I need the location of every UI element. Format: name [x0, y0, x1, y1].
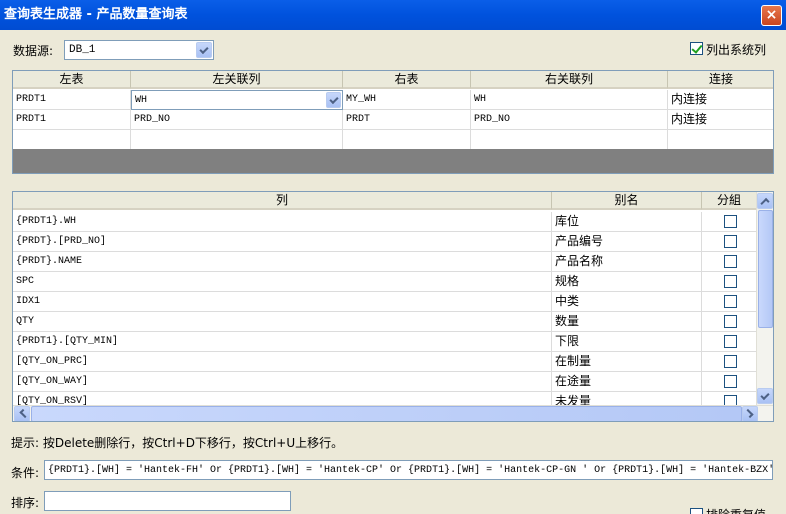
column-expr-cell[interactable]: {PRDT1}.[QTY_MIN]: [13, 332, 552, 352]
column-group-cell: [702, 372, 757, 392]
group-checkbox[interactable]: [724, 355, 737, 368]
column-group-cell: [702, 332, 757, 352]
column-group-cell: [702, 352, 757, 372]
column-group-cell: [702, 312, 757, 332]
join-cell: WH: [135, 95, 148, 106]
vertical-scroll-thumb[interactable]: [758, 210, 773, 328]
column-expr-cell[interactable]: {PRDT}.NAME: [13, 252, 552, 272]
column-expr-cell[interactable]: [QTY_ON_WAY]: [13, 372, 552, 392]
chevron-left-icon: [19, 408, 29, 419]
join-header-left-col[interactable]: 左关联列: [131, 71, 343, 89]
column-alias-cell[interactable]: 产品名称: [552, 252, 702, 272]
col-header-column[interactable]: 列: [13, 192, 552, 210]
group-checkbox[interactable]: [724, 315, 737, 328]
chevron-up-icon: [760, 197, 770, 208]
column-alias-cell[interactable]: 产品编号: [552, 232, 702, 252]
column-expr-cell[interactable]: SPC: [13, 272, 552, 292]
col-header-group[interactable]: 分組: [702, 192, 757, 210]
group-checkbox[interactable]: [724, 215, 737, 228]
column-alias-cell[interactable]: 库位: [552, 212, 702, 232]
column-alias-cell[interactable]: 下限: [552, 332, 702, 352]
join-header-left-table[interactable]: 左表: [13, 71, 131, 89]
join-cell-empty[interactable]: [668, 130, 773, 150]
datasource-dropdown-button[interactable]: [196, 42, 212, 58]
column-group-cell: [702, 252, 757, 272]
column-group-cell: [702, 272, 757, 292]
exclude-duplicates-checkbox[interactable]: [690, 508, 703, 514]
group-checkbox[interactable]: [724, 295, 737, 308]
window-title: 查询表生成器 - 产品数量查询表: [4, 7, 188, 22]
chevron-down-icon: [329, 94, 339, 105]
column-alias-cell[interactable]: 在制量: [552, 352, 702, 372]
group-checkbox[interactable]: [724, 255, 737, 268]
group-checkbox[interactable]: [724, 375, 737, 388]
join-cell[interactable]: PRD_NO: [131, 110, 343, 130]
scroll-up-button[interactable]: [757, 193, 773, 209]
join-cell[interactable]: 内连接: [668, 110, 773, 130]
condition-input[interactable]: {PRDT1}.[WH] = 'Hantek-FH' Or {PRDT1}.[W…: [44, 460, 773, 480]
hint-text: 提示: 按Delete删除行，按Ctrl+D下移行，按Ctrl+U上移行。: [11, 436, 344, 450]
column-expr-cell[interactable]: {PRDT1}.WH: [13, 212, 552, 232]
join-table-empty-area: [13, 149, 773, 173]
chevron-down-icon: [760, 390, 770, 401]
join-cell[interactable]: MY_WH: [343, 90, 471, 110]
horizontal-scrollbar[interactable]: [13, 405, 773, 421]
chevron-right-icon: [744, 408, 754, 419]
join-table: 左表 左关联列 右表 右关联列 连接 PRDT1 WH MY_WH WH 内连接…: [12, 70, 774, 174]
join-cell[interactable]: 内连接: [668, 90, 773, 110]
column-expr-cell[interactable]: QTY: [13, 312, 552, 332]
column-alias-cell[interactable]: 中类: [552, 292, 702, 312]
scroll-right-button[interactable]: [742, 406, 758, 421]
column-group-cell: [702, 292, 757, 312]
vertical-scrollbar[interactable]: [756, 192, 773, 406]
column-expr-cell[interactable]: {PRDT}.[PRD_NO]: [13, 232, 552, 252]
join-cell-empty[interactable]: [343, 130, 471, 150]
join-cell[interactable]: PRDT: [343, 110, 471, 130]
condition-label: 条件:: [11, 466, 40, 480]
join-cell[interactable]: PRD_NO: [471, 110, 668, 130]
datasource-value: DB_1: [69, 44, 96, 56]
join-cell-empty[interactable]: [131, 130, 343, 150]
group-checkbox[interactable]: [724, 235, 737, 248]
column-alias-cell[interactable]: 数量: [552, 312, 702, 332]
column-expr-cell[interactable]: [QTY_ON_PRC]: [13, 352, 552, 372]
join-header-right-col[interactable]: 右关联列: [471, 71, 668, 89]
scroll-down-button[interactable]: [757, 388, 773, 404]
column-group-cell: [702, 232, 757, 252]
column-group-cell: [702, 212, 757, 232]
group-checkbox[interactable]: [724, 335, 737, 348]
join-left-col-select[interactable]: WH: [131, 90, 343, 110]
join-left-col-dropdown[interactable]: [326, 92, 341, 108]
column-table: 列 别名 分組 {PRDT1}.WH 库位 {PRDT}.[PRD_NO] 产品编号{…: [12, 191, 774, 422]
join-cell[interactable]: PRDT1: [13, 90, 131, 110]
list-system-cols-checkbox[interactable]: [690, 42, 703, 55]
sort-label: 排序:: [11, 496, 40, 510]
title-bar: 查询表生成器 - 产品数量查询表 ×: [0, 0, 786, 30]
column-expr-cell[interactable]: IDX1: [13, 292, 552, 312]
join-cell-empty[interactable]: [471, 130, 668, 150]
column-alias-cell[interactable]: 规格: [552, 272, 702, 292]
scroll-left-button[interactable]: [14, 406, 30, 421]
join-cell[interactable]: PRDT1: [13, 110, 131, 130]
list-system-cols-label: 列出系统列: [706, 43, 767, 57]
join-header-join-type[interactable]: 连接: [668, 71, 773, 89]
chevron-down-icon: [199, 44, 209, 55]
exclude-duplicates-label: 排除重复值: [706, 506, 766, 514]
group-checkbox[interactable]: [724, 275, 737, 288]
col-header-alias[interactable]: 别名: [552, 192, 702, 210]
close-button[interactable]: ×: [761, 5, 782, 26]
join-cell[interactable]: WH: [471, 90, 668, 110]
column-alias-cell[interactable]: 在途量: [552, 372, 702, 392]
horizontal-scroll-thumb[interactable]: [31, 406, 742, 421]
close-icon: ×: [765, 7, 778, 23]
join-header-right-table[interactable]: 右表: [343, 71, 471, 89]
sort-input[interactable]: [44, 491, 291, 511]
datasource-select[interactable]: DB_1: [64, 40, 214, 60]
datasource-label: 数据源:: [13, 44, 54, 58]
join-cell-empty[interactable]: [13, 130, 131, 150]
